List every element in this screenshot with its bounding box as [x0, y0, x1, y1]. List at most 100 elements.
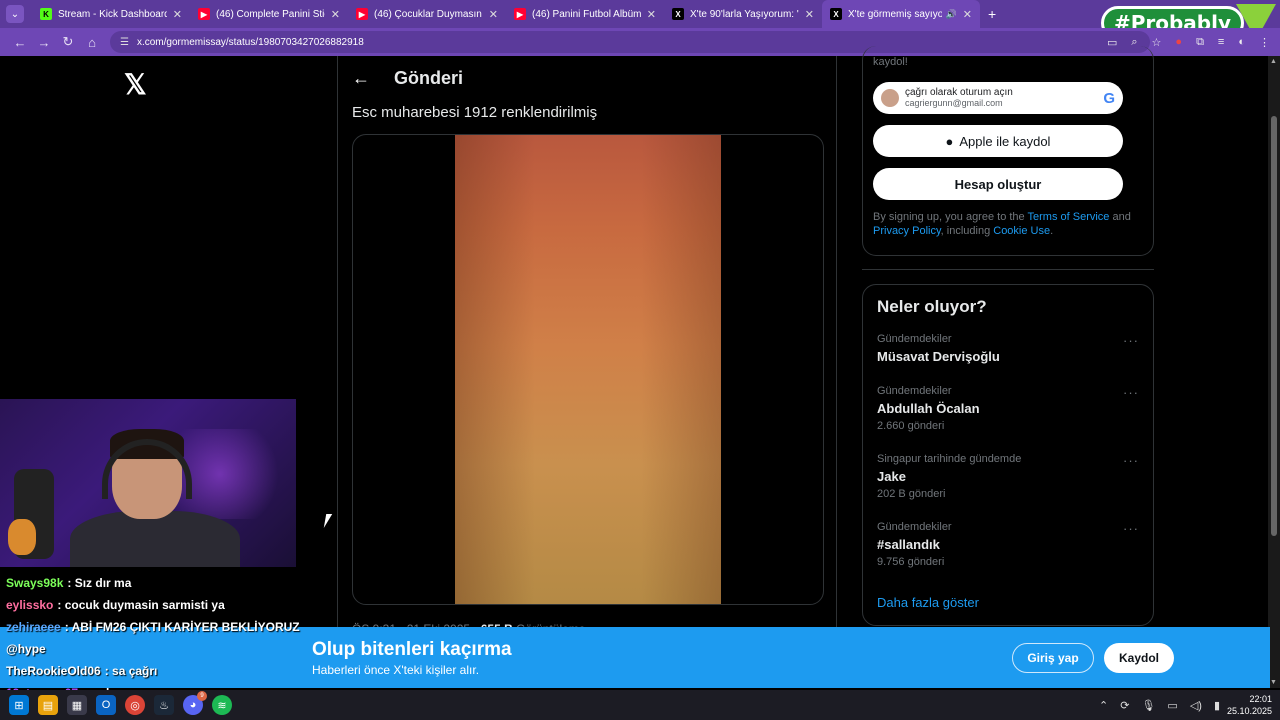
terms-link[interactable]: Terms of Service	[1028, 211, 1110, 223]
more-options-icon[interactable]: ···	[1123, 333, 1139, 348]
spotify-icon[interactable]: ≋	[212, 695, 232, 715]
chrome-icon[interactable]: ◎	[125, 695, 145, 715]
browser-tab-bar: ⌄ K Stream - Kick Dashboard ✕ ▶ (46) Complet…	[0, 0, 1280, 28]
chat-text: : ABİ FM26 ÇIKTI KARİYER BEKLİYORUZ	[64, 620, 300, 634]
tray-chevron-icon[interactable]: ⌃	[1099, 699, 1108, 712]
trend-name: #sallandık	[877, 537, 940, 552]
post-column: ← Gönderi Esc muharebesi 1912 renklendir…	[337, 56, 837, 688]
video-player[interactable]	[455, 135, 721, 604]
browser-tab[interactable]: ▶ (46) Çocuklar Duymasın 50. Bölü ✕	[348, 0, 506, 28]
mic-icon[interactable]: 🎙	[1141, 699, 1155, 712]
discord-icon[interactable]: ◕ 9	[183, 691, 207, 715]
browser-tab[interactable]: X X'te görmemiş sayıyorum: " 🔊 ✕	[822, 0, 980, 28]
youtube-icon: ▶	[356, 8, 368, 20]
chat-message: eylissko : cocuk duymasin sarmisti ya	[6, 594, 306, 616]
battery-icon[interactable]: ▮	[1214, 699, 1220, 712]
page-scrollbar[interactable]: ▲ ▼	[1268, 56, 1280, 688]
tab-close-icon[interactable]: ✕	[173, 8, 182, 21]
stream-chat: Sways98k: Sız dır ma eylissko: cocuk duym…	[6, 572, 306, 704]
outlook-icon[interactable]: O	[96, 695, 116, 715]
scrollbar-thumb[interactable]	[1271, 116, 1277, 536]
profile-avatar[interactable]: ◐	[1238, 36, 1245, 48]
browser-tab[interactable]: ▶ (46) Complete Panini Sticker Albu ✕	[190, 0, 348, 28]
chat-username[interactable]: TheRookieOld06	[6, 664, 101, 678]
chat-username[interactable]: eylissko	[6, 598, 53, 612]
more-options-icon[interactable]: ···	[1123, 453, 1139, 468]
apple-icon: ●	[945, 133, 954, 149]
trend-count: 2.660 gönderi	[877, 420, 945, 432]
google-signin-button[interactable]: çağrı olarak oturum açın cagriergunn@gma…	[873, 82, 1123, 114]
reload-icon[interactable]: ↻	[56, 34, 80, 50]
chat-username[interactable]: zehiraeee	[6, 620, 61, 634]
webcam-overlay	[0, 399, 296, 567]
trend-item[interactable]: Singapur tarihinde gündemde Jake 202 B g…	[877, 453, 1139, 500]
sync-icon[interactable]: ⟳	[1120, 699, 1129, 712]
extension-icon[interactable]: ●	[1175, 36, 1182, 48]
terms-including: , including	[940, 225, 994, 237]
network-icon[interactable]: ▭	[1167, 699, 1177, 712]
chat-text: : cocuk duymasin sarmisti ya	[57, 598, 225, 612]
signup-box: kaydol! çağrı olarak oturum açın cagrier…	[862, 46, 1154, 256]
tab-search-icon[interactable]: ⌄	[6, 5, 24, 23]
trend-context: Gündemdekiler	[877, 333, 952, 345]
volume-icon[interactable]: ◁)	[1190, 699, 1202, 712]
audio-playing-icon[interactable]: 🔊	[946, 9, 957, 20]
google-account-name: çağrı olarak oturum açın	[905, 87, 1013, 98]
scroll-down-icon[interactable]: ▼	[1270, 679, 1277, 686]
divider	[862, 269, 1154, 270]
create-account-label: Hesap oluştur	[954, 176, 1042, 192]
avatar	[881, 89, 899, 107]
system-tray: ⌃ ⟳ 🎙 ▭ ◁) ▮	[1099, 699, 1220, 712]
show-more-link[interactable]: Daha fazla göster	[877, 595, 979, 610]
steam-icon[interactable]: ♨	[154, 695, 174, 715]
tab-title: X'te 90'larla Yaşıyorum: "Futbol	[690, 8, 799, 20]
cookie-link[interactable]: Cookie Use	[993, 225, 1050, 237]
browser-tab[interactable]: K Stream - Kick Dashboard ✕	[32, 0, 190, 28]
menu-icon[interactable]: ⋮	[1259, 36, 1270, 49]
google-account-email: cagriergunn@gmail.com	[905, 98, 1003, 108]
tab-close-icon[interactable]: ✕	[647, 8, 656, 21]
youtube-icon: ▶	[514, 8, 526, 20]
more-options-icon[interactable]: ···	[1123, 385, 1139, 400]
file-explorer-icon[interactable]: ▤	[38, 695, 58, 715]
tab-close-icon[interactable]: ✕	[489, 8, 498, 21]
tab-close-icon[interactable]: ✕	[963, 8, 972, 21]
chat-text: @hype	[6, 642, 46, 656]
tab-close-icon[interactable]: ✕	[331, 8, 340, 21]
site-info-icon[interactable]: ☰	[120, 37, 129, 48]
clock-date: 25.10.2025	[1226, 706, 1272, 716]
bookmark-star-icon[interactable]: ☆	[1152, 36, 1162, 49]
store-icon[interactable]: ▦	[67, 695, 87, 715]
banner-subtitle: Haberleri önce X'teki kişiler alır.	[312, 663, 480, 677]
signup-button[interactable]: Kaydol	[1104, 643, 1174, 673]
x-logo-icon[interactable]: 𝕏	[124, 68, 147, 101]
more-options-icon[interactable]: ···	[1123, 521, 1139, 536]
browser-tab[interactable]: X X'te 90'larla Yaşıyorum: "Futbol ✕	[664, 0, 822, 28]
trend-item[interactable]: Gündemdekiler Müsavat Dervişoğlu ···	[877, 333, 1139, 364]
terms-prefix: By signing up, you agree to the	[873, 211, 1028, 223]
tab-close-icon[interactable]: ✕	[805, 8, 814, 21]
tab-title: X'te görmemiş sayıyorum: "	[848, 8, 942, 20]
system-clock[interactable]: 22:01 25.10.2025	[1227, 693, 1272, 717]
login-button[interactable]: Giriş yap	[1012, 643, 1094, 673]
extensions-puzzle-icon[interactable]: ⧉	[1196, 36, 1204, 49]
trend-item[interactable]: Gündemdekiler Abdullah Öcalan 2.660 gönd…	[877, 385, 1139, 432]
post-media[interactable]	[352, 134, 824, 605]
clock-time: 22:01	[1249, 694, 1272, 704]
back-arrow-icon[interactable]: ←	[352, 68, 370, 89]
windows-start-icon[interactable]: ⊞	[9, 695, 29, 715]
browser-tab[interactable]: ▶ (46) Panini Futbol Albümleri 19 ✕	[506, 0, 664, 28]
scroll-up-icon[interactable]: ▲	[1270, 58, 1277, 65]
terms-end: .	[1050, 225, 1054, 237]
trends-title: Neler oluyor?	[877, 297, 987, 316]
media-icon[interactable]: ≡	[1218, 36, 1224, 48]
apple-signup-button[interactable]: ● Apple ile kaydol	[873, 125, 1123, 157]
create-account-button[interactable]: Hesap oluştur	[873, 168, 1123, 200]
new-tab-button[interactable]: +	[988, 6, 996, 22]
trend-item[interactable]: Gündemdekiler #sallandık 9.756 gönderi ·…	[877, 521, 1139, 568]
chat-username[interactable]: Sways98k	[6, 576, 63, 590]
forward-icon[interactable]: →	[32, 35, 56, 50]
privacy-link[interactable]: Privacy Policy	[873, 225, 941, 237]
back-icon[interactable]: ←	[8, 35, 32, 50]
home-icon[interactable]: ⌂	[80, 35, 104, 50]
